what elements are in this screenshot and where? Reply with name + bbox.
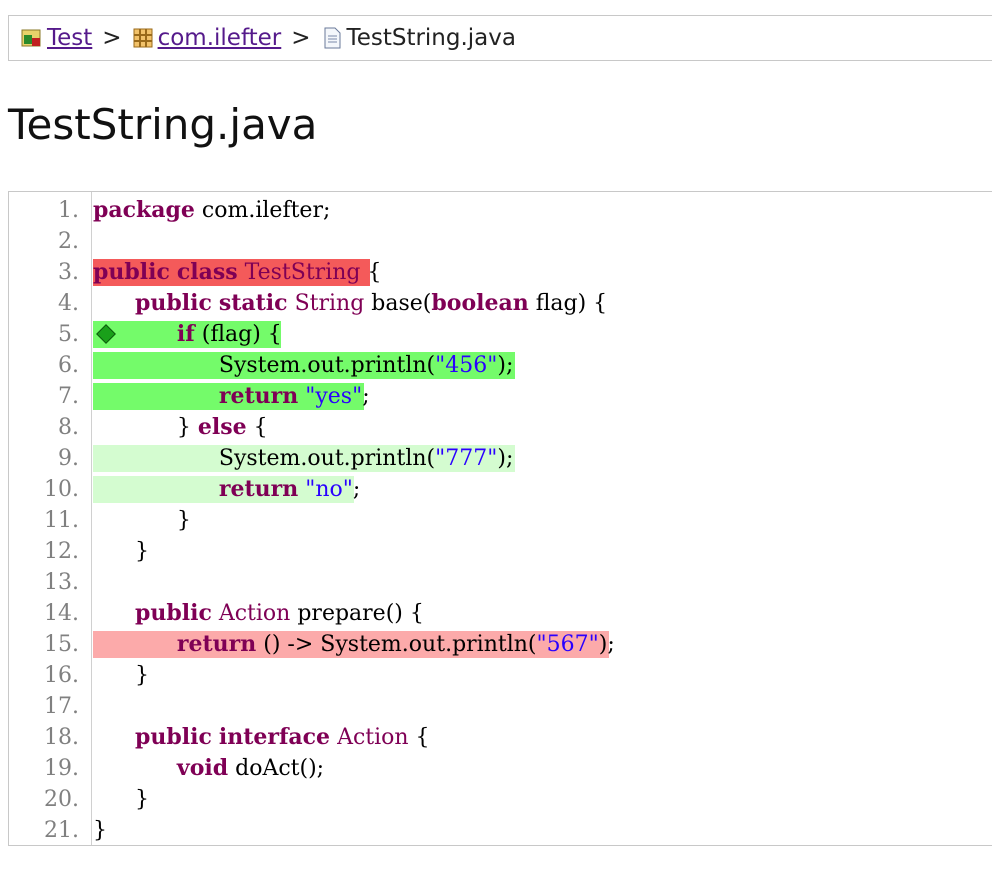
code-text: } else { [93,414,268,440]
line-number: 17. [44,694,79,719]
code-text: } [93,787,149,812]
code-line: 14. public Action prepare() { [9,598,992,629]
code-text: if (flag) { [176,321,282,347]
java-file-icon [321,27,343,49]
code-line: 7. return "yes"; [9,381,992,412]
line-number: 18. [44,725,79,750]
line-number: 12. [44,539,79,564]
code-text: System.out.println("456"); [218,353,514,378]
breadcrumb-current-file: TestString.java [346,25,516,51]
code-text: public static String base(boolean flag) … [134,290,608,316]
code-text: return "yes"; [218,383,370,409]
code-line: 11. } [9,505,992,536]
breadcrumb: Test > com.ilefter > TestString.java [8,15,992,61]
code-text: System.out.println("777"); [218,446,514,471]
code-line: 20. } [9,784,992,815]
code-line: 10. return "no"; [9,474,992,505]
code-text: } [93,818,107,843]
breadcrumb-separator: > [102,25,122,51]
page-title: TestString.java [8,100,318,149]
line-number: 2. [58,229,79,254]
line-number: 15. [44,632,79,657]
line-number: 6. [58,353,79,378]
code-line: 18. public interface Action { [9,722,992,753]
code-line: 8. } else { [9,412,992,443]
package-icon [132,27,154,49]
code-text: package com.ilefter; [93,197,331,223]
code-line: 9. System.out.println("777"); [9,443,992,474]
code-line: 3. public class TestString { [9,257,992,288]
breadcrumb-separator: > [291,25,311,51]
breadcrumb-item-file: TestString.java [321,25,516,51]
code-text: public interface Action { [134,724,430,750]
line-number: 20. [44,787,79,812]
code-line: 17. [9,691,992,722]
source-code-view: 1. package com.ilefter; 2. 3. public class T… [8,191,992,846]
line-number: 21. [44,818,79,843]
code-text: } [93,508,191,533]
code-line: 21.} [9,815,992,846]
breadcrumb-item-project[interactable]: Test [21,25,92,51]
line-number: 3. [58,260,79,285]
line-number: 19. [44,756,79,781]
code-line: 4. public static String base(boolean fla… [9,288,992,319]
line-number: 9. [58,446,79,471]
line-number: 11. [44,508,79,533]
code-line: 19. void doAct(); [9,753,992,784]
code-text: return () -> System.out.println("567"); [176,631,615,657]
code-line: 5. if (flag) { [9,319,992,350]
code-line: 2. [9,226,992,257]
code-text: void doAct(); [176,755,325,781]
line-number: 16. [44,663,79,688]
line-number: 8. [58,415,79,440]
code-line: 16. } [9,660,992,691]
line-number: 7. [58,384,79,409]
code-line: 13. [9,567,992,598]
code-text: } [93,539,149,564]
code-line: 12. } [9,536,992,567]
code-text: public class TestString { [93,259,382,285]
code-line: 6. System.out.println("456"); [9,350,992,381]
code-line: 15. return () -> System.out.println("567… [9,629,992,660]
line-number: 4. [58,291,79,316]
line-number: 10. [44,477,79,502]
code-text: return "no"; [218,476,361,502]
project-icon [21,27,43,49]
code-text: public Action prepare() { [134,600,424,626]
line-number: 13. [44,570,79,595]
code-text: } [93,663,149,688]
breadcrumb-link-package[interactable]: com.ilefter [158,25,282,51]
line-number: 1. [58,198,79,223]
breadcrumb-item-package[interactable]: com.ilefter [132,25,282,51]
line-number: 14. [44,601,79,626]
breadcrumb-link-project[interactable]: Test [47,25,92,51]
line-number: 5. [58,322,79,347]
code-line: 1. package com.ilefter; [9,195,992,226]
